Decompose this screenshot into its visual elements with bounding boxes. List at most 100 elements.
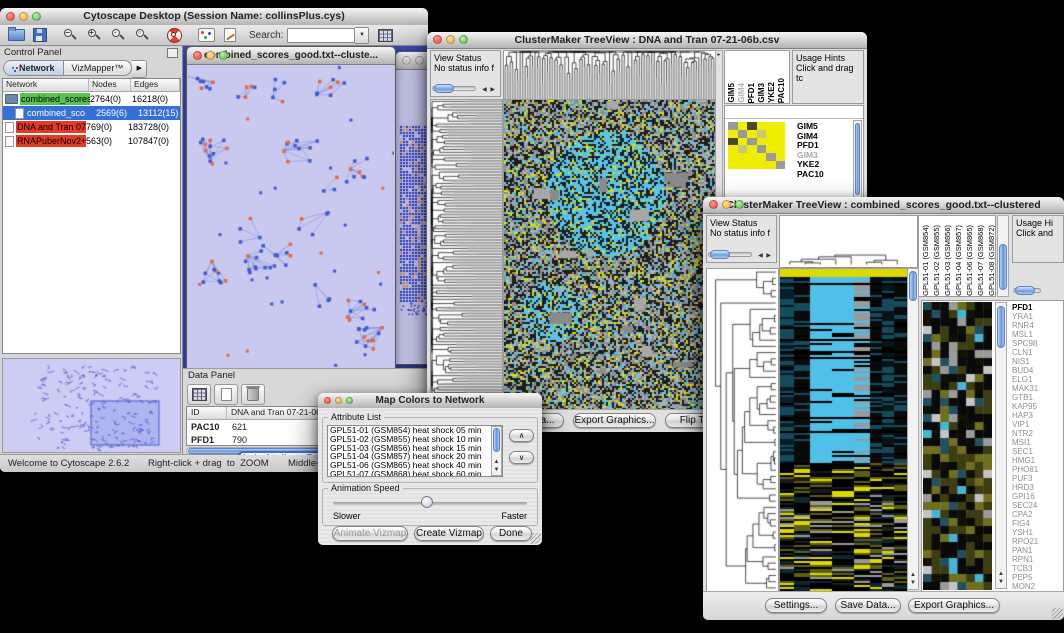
gene-label[interactable]: HRD3 xyxy=(1012,483,1062,492)
float-panel-icon[interactable] xyxy=(167,48,178,58)
scroll-up-icon[interactable]: ▲ xyxy=(492,459,501,466)
column-label[interactable]: GPL51-02 (GSM855) xyxy=(932,225,942,296)
tv1-status-slider[interactable]: ◀ ▶ xyxy=(432,83,496,94)
column-label[interactable]: GIM4 xyxy=(737,83,746,103)
gene-label[interactable]: PEP5 xyxy=(1012,573,1062,582)
tv2-heatmap-scrollbar[interactable]: ▲ ▼ xyxy=(907,268,919,590)
network-row[interactable]: combined_scores 2764(0) 16218(0) xyxy=(3,92,180,106)
gene-label[interactable]: SEC1 xyxy=(1012,447,1062,456)
gene-label[interactable]: NIS1 xyxy=(1012,357,1062,366)
tv2-gene-list[interactable]: PFD1YRA1RNR4MSL1SPC98CLN1NIS1BUD4ELG1MAK… xyxy=(1009,301,1062,590)
zoom-in-button[interactable]: + xyxy=(83,26,105,44)
network-overview-button[interactable] xyxy=(195,26,217,44)
gene-label[interactable]: ELG1 xyxy=(1012,375,1062,384)
gene-label[interactable]: NTR2 xyxy=(1012,429,1062,438)
attribute-item[interactable]: GPL51-07 (GSM868) heat shock 60 min xyxy=(328,470,502,477)
tv2-column-dendrogram[interactable] xyxy=(780,216,917,267)
close-icon[interactable] xyxy=(324,397,331,404)
vscroll-thumb[interactable] xyxy=(999,244,1007,290)
gene-label[interactable]: RNR4 xyxy=(1012,321,1062,330)
minimize-icon[interactable] xyxy=(206,51,215,60)
network-view-1-canvas[interactable] xyxy=(188,65,394,368)
minimize-icon[interactable] xyxy=(335,397,342,404)
save-session-button[interactable] xyxy=(29,26,51,44)
gene-label[interactable]: CPA2 xyxy=(1012,510,1062,519)
vscroll-thumb[interactable] xyxy=(493,428,500,452)
gene-label[interactable]: YRA1 xyxy=(1012,312,1062,321)
slider-arrows-icon[interactable]: ◀ ▶ xyxy=(758,251,772,261)
window-controls[interactable] xyxy=(6,12,41,21)
close-icon[interactable] xyxy=(709,200,718,209)
scroll-down-icon[interactable]: ▼ xyxy=(908,580,918,587)
close-icon[interactable] xyxy=(402,56,411,65)
gene-label[interactable]: FIG4 xyxy=(1012,519,1062,528)
minimize-icon[interactable] xyxy=(722,200,731,209)
tab-network[interactable]: Network xyxy=(3,60,64,76)
column-label[interactable]: GIM5 xyxy=(727,83,736,103)
tv2-save-data-button[interactable]: Save Data... xyxy=(835,598,901,613)
column-label[interactable]: GPL51-06 (GSM865) xyxy=(965,225,975,296)
create-vizmap-button[interactable]: Create Vizmap xyxy=(414,526,484,541)
tv2-selected-cluster-heatmap[interactable] xyxy=(923,302,992,590)
gene-label[interactable]: PHO81 xyxy=(1012,465,1062,474)
gene-label[interactable]: GTB1 xyxy=(1012,393,1062,402)
close-icon[interactable] xyxy=(6,12,15,21)
column-label[interactable]: GPL51-01 (GSM854) xyxy=(921,225,931,296)
gene-label[interactable]: SPC98 xyxy=(1012,339,1062,348)
treeview2-titlebar[interactable]: ClusterMaker TreeView : combined_scores_… xyxy=(703,197,1064,214)
column-label[interactable]: PAC10 xyxy=(777,78,786,103)
gene-label[interactable]: TCB3 xyxy=(1012,564,1062,573)
new-attribute-button[interactable] xyxy=(214,384,238,405)
tv1-export-graphics-button[interactable]: Export Graphics... xyxy=(573,413,656,428)
network-view-2-canvas[interactable] xyxy=(397,70,428,363)
tv1-row-dendrogram[interactable] xyxy=(431,100,502,411)
scroll-down-icon[interactable]: ▼ xyxy=(996,579,1006,586)
gene-label[interactable]: HMG1 xyxy=(1012,456,1062,465)
resize-grip[interactable] xyxy=(1052,608,1063,619)
tv1-heatmap[interactable] xyxy=(504,100,715,411)
gene-label[interactable]: MSL1 xyxy=(1012,330,1062,339)
network-row[interactable]: combined_sco 2569(6) 13112(15) xyxy=(3,106,180,120)
zoom-window-icon[interactable] xyxy=(735,200,744,209)
done-button[interactable]: Done xyxy=(490,526,532,541)
tv2-zoom-slider[interactable] xyxy=(1013,285,1061,296)
column-label[interactable]: PFD1 xyxy=(747,83,756,103)
gene-label[interactable]: RPO21 xyxy=(1012,537,1062,546)
gene-label[interactable]: KAP95 xyxy=(1012,402,1062,411)
gene-label[interactable]: VIP1 xyxy=(1012,420,1062,429)
tv2-status-slider[interactable]: ◀ ▶ xyxy=(708,249,772,260)
scroll-down-icon[interactable]: ▼ xyxy=(492,467,501,474)
zoom-fit-button[interactable]: · xyxy=(107,26,129,44)
zoom-region-button[interactable]: ▫ xyxy=(131,26,153,44)
tv2-settings-button[interactable]: Settings... xyxy=(765,598,827,613)
attribute-list-scrollbar[interactable]: ▲ ▼ xyxy=(491,426,502,476)
scroll-up-icon[interactable]: ▲ xyxy=(908,572,918,579)
zoom-window-icon[interactable] xyxy=(346,397,353,404)
open-session-button[interactable] xyxy=(5,26,27,44)
search-input[interactable] xyxy=(287,28,355,43)
tv2-export-graphics-button[interactable]: Export Graphics... xyxy=(908,598,1000,613)
delete-attribute-button[interactable] xyxy=(241,384,265,405)
network-window-2-titlebar[interactable] xyxy=(396,52,428,70)
birds-eye-view-canvas[interactable] xyxy=(3,359,180,452)
network-row[interactable]: DNA and Tran 07 769(0) 183728(0) xyxy=(3,120,180,134)
slider-thumb[interactable] xyxy=(1015,286,1035,295)
attribute-browser-button[interactable] xyxy=(374,26,396,44)
tv2-gene-scrollbar[interactable]: ▲ ▼ xyxy=(995,302,1007,589)
tv1-selected-cluster-heatmap[interactable] xyxy=(728,122,785,169)
gene-label[interactable]: MSI1 xyxy=(1012,438,1062,447)
column-label[interactable]: GIM3 xyxy=(757,83,766,103)
minimize-icon[interactable] xyxy=(19,12,28,21)
close-icon[interactable] xyxy=(193,51,202,60)
gene-label[interactable]: MAK31 xyxy=(1012,384,1062,393)
zoom-window-icon[interactable] xyxy=(32,12,41,21)
vscroll-thumb[interactable] xyxy=(855,123,860,195)
tabs-overflow-button[interactable]: ▶ xyxy=(132,60,147,78)
vscroll-thumb[interactable] xyxy=(909,271,917,301)
column-label[interactable]: YKE2 xyxy=(767,82,776,103)
move-down-button[interactable]: ∨ xyxy=(509,451,534,464)
speed-slider-thumb[interactable] xyxy=(421,496,433,508)
gene-label[interactable]: PAC10 xyxy=(797,170,852,180)
dialog-titlebar[interactable]: Map Colors to Network xyxy=(318,393,542,409)
tv2-heatmap[interactable] xyxy=(780,269,907,591)
